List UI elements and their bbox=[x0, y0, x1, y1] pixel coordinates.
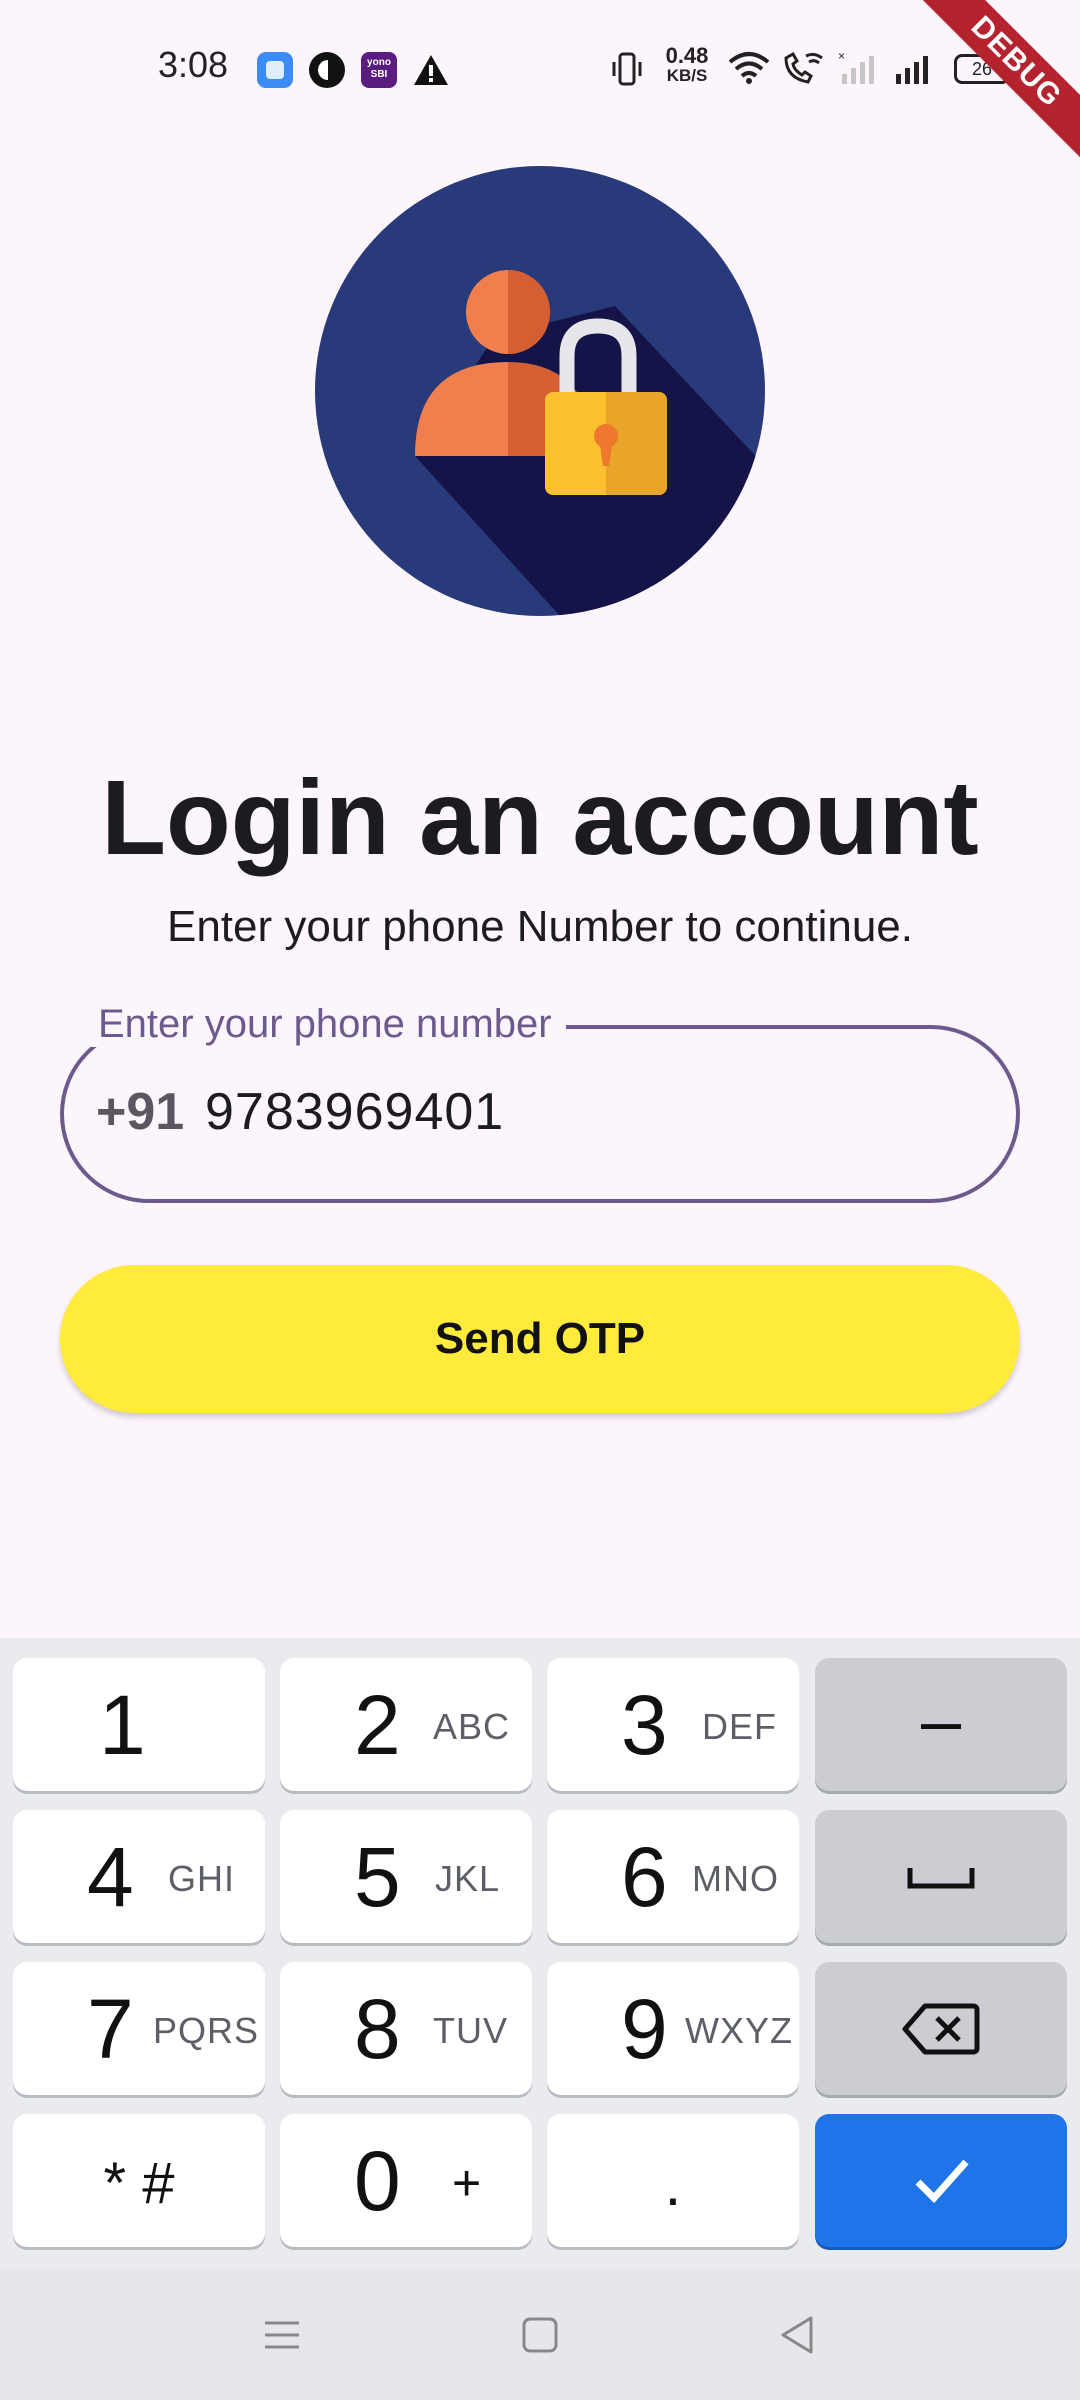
key-1-label: 1 bbox=[99, 1678, 146, 1772]
key-0-label: 0 bbox=[354, 2134, 401, 2228]
svg-text:×: × bbox=[838, 50, 845, 63]
space-icon bbox=[907, 1868, 975, 1889]
key-dash[interactable]: – bbox=[815, 1658, 1067, 1791]
backspace-icon bbox=[902, 2003, 980, 2055]
square-app-icon bbox=[257, 52, 293, 88]
key-6-letters: MNO bbox=[692, 1858, 779, 1899]
dash-label: – bbox=[920, 1681, 962, 1761]
network-speed-value: 0.48 bbox=[665, 43, 709, 68]
key-4-label: 4 bbox=[87, 1830, 134, 1924]
star-hash-label: * # bbox=[103, 2151, 175, 2216]
key-9[interactable]: 9 WXYZ bbox=[547, 1962, 799, 2095]
key-space[interactable] bbox=[815, 1810, 1067, 1943]
wifi-icon bbox=[728, 52, 770, 84]
key-5-letters: JKL bbox=[435, 1858, 501, 1899]
page-title: Login an account bbox=[101, 759, 979, 877]
key-4[interactable]: 4 GHI bbox=[13, 1810, 265, 1943]
key-8-letters: TUV bbox=[433, 2010, 508, 2051]
numeric-keyboard: 1 2 ABC 3 DEF – 4 GHI 5 JKL 6 MNO 7 PQRS… bbox=[0, 1638, 1080, 2270]
wifi-calling-icon bbox=[784, 51, 823, 84]
key-2-letters: ABC bbox=[433, 1706, 511, 1747]
key-0[interactable]: 0 + bbox=[280, 2114, 532, 2247]
key-8-label: 8 bbox=[354, 1982, 401, 2076]
navigation-bar bbox=[0, 2270, 1080, 2400]
network-speed: 0.48 KB/S bbox=[660, 43, 714, 86]
yono-sbi-icon: yono SBI bbox=[361, 52, 397, 88]
contrast-app-icon bbox=[309, 52, 345, 88]
key-8[interactable]: 8 TUV bbox=[280, 1962, 532, 2095]
key-6-label: 6 bbox=[621, 1830, 668, 1924]
key-9-letters: WXYZ bbox=[685, 2010, 793, 2051]
country-code-prefix: +91 bbox=[96, 1083, 185, 1141]
user-lock-illustration bbox=[315, 166, 765, 616]
key-0-plus: + bbox=[452, 2155, 483, 2211]
no-signal-icon: × bbox=[838, 50, 874, 84]
key-done[interactable] bbox=[815, 2114, 1067, 2247]
send-otp-button[interactable]: Send OTP bbox=[60, 1265, 1020, 1413]
key-5-label: 5 bbox=[354, 1830, 401, 1924]
key-4-letters: GHI bbox=[168, 1858, 236, 1899]
checkmark-icon bbox=[915, 2159, 969, 2204]
yono-sbi-label: yono SBI bbox=[367, 57, 391, 80]
key-7[interactable]: 7 PQRS bbox=[13, 1962, 265, 2095]
dot-label: . bbox=[664, 2151, 682, 2218]
key-7-label: 7 bbox=[87, 1982, 134, 2076]
page-subtitle: Enter your phone Number to continue. bbox=[166, 902, 913, 951]
key-9-label: 9 bbox=[621, 1982, 668, 2076]
debug-banner-corner: DEBUG bbox=[900, 0, 1080, 180]
key-3-label: 3 bbox=[621, 1678, 668, 1772]
back-icon[interactable] bbox=[773, 2310, 823, 2360]
key-1[interactable]: 1 bbox=[13, 1658, 265, 1791]
home-icon[interactable] bbox=[515, 2310, 565, 2360]
warning-icon bbox=[414, 55, 448, 85]
key-3[interactable]: 3 DEF bbox=[547, 1658, 799, 1791]
key-star-hash[interactable]: * # bbox=[13, 2114, 265, 2247]
key-2[interactable]: 2 ABC bbox=[280, 1658, 532, 1791]
key-7-letters: PQRS bbox=[153, 2010, 260, 2051]
debug-banner: DEBUG bbox=[908, 0, 1080, 170]
key-6[interactable]: 6 MNO bbox=[547, 1810, 799, 1943]
key-backspace[interactable] bbox=[815, 1962, 1067, 2095]
key-5[interactable]: 5 JKL bbox=[280, 1810, 532, 1943]
network-speed-unit: KB/S bbox=[666, 66, 708, 85]
phone-number-label: Enter your phone number bbox=[84, 1002, 566, 1047]
vibrate-icon bbox=[612, 52, 642, 86]
status-time: 3:08 bbox=[158, 44, 229, 85]
menu-icon[interactable] bbox=[257, 2310, 307, 2360]
phone-number-input[interactable] bbox=[205, 1072, 965, 1152]
key-2-label: 2 bbox=[354, 1678, 401, 1772]
key-3-letters: DEF bbox=[702, 1706, 777, 1747]
key-dot[interactable]: . bbox=[547, 2114, 799, 2247]
